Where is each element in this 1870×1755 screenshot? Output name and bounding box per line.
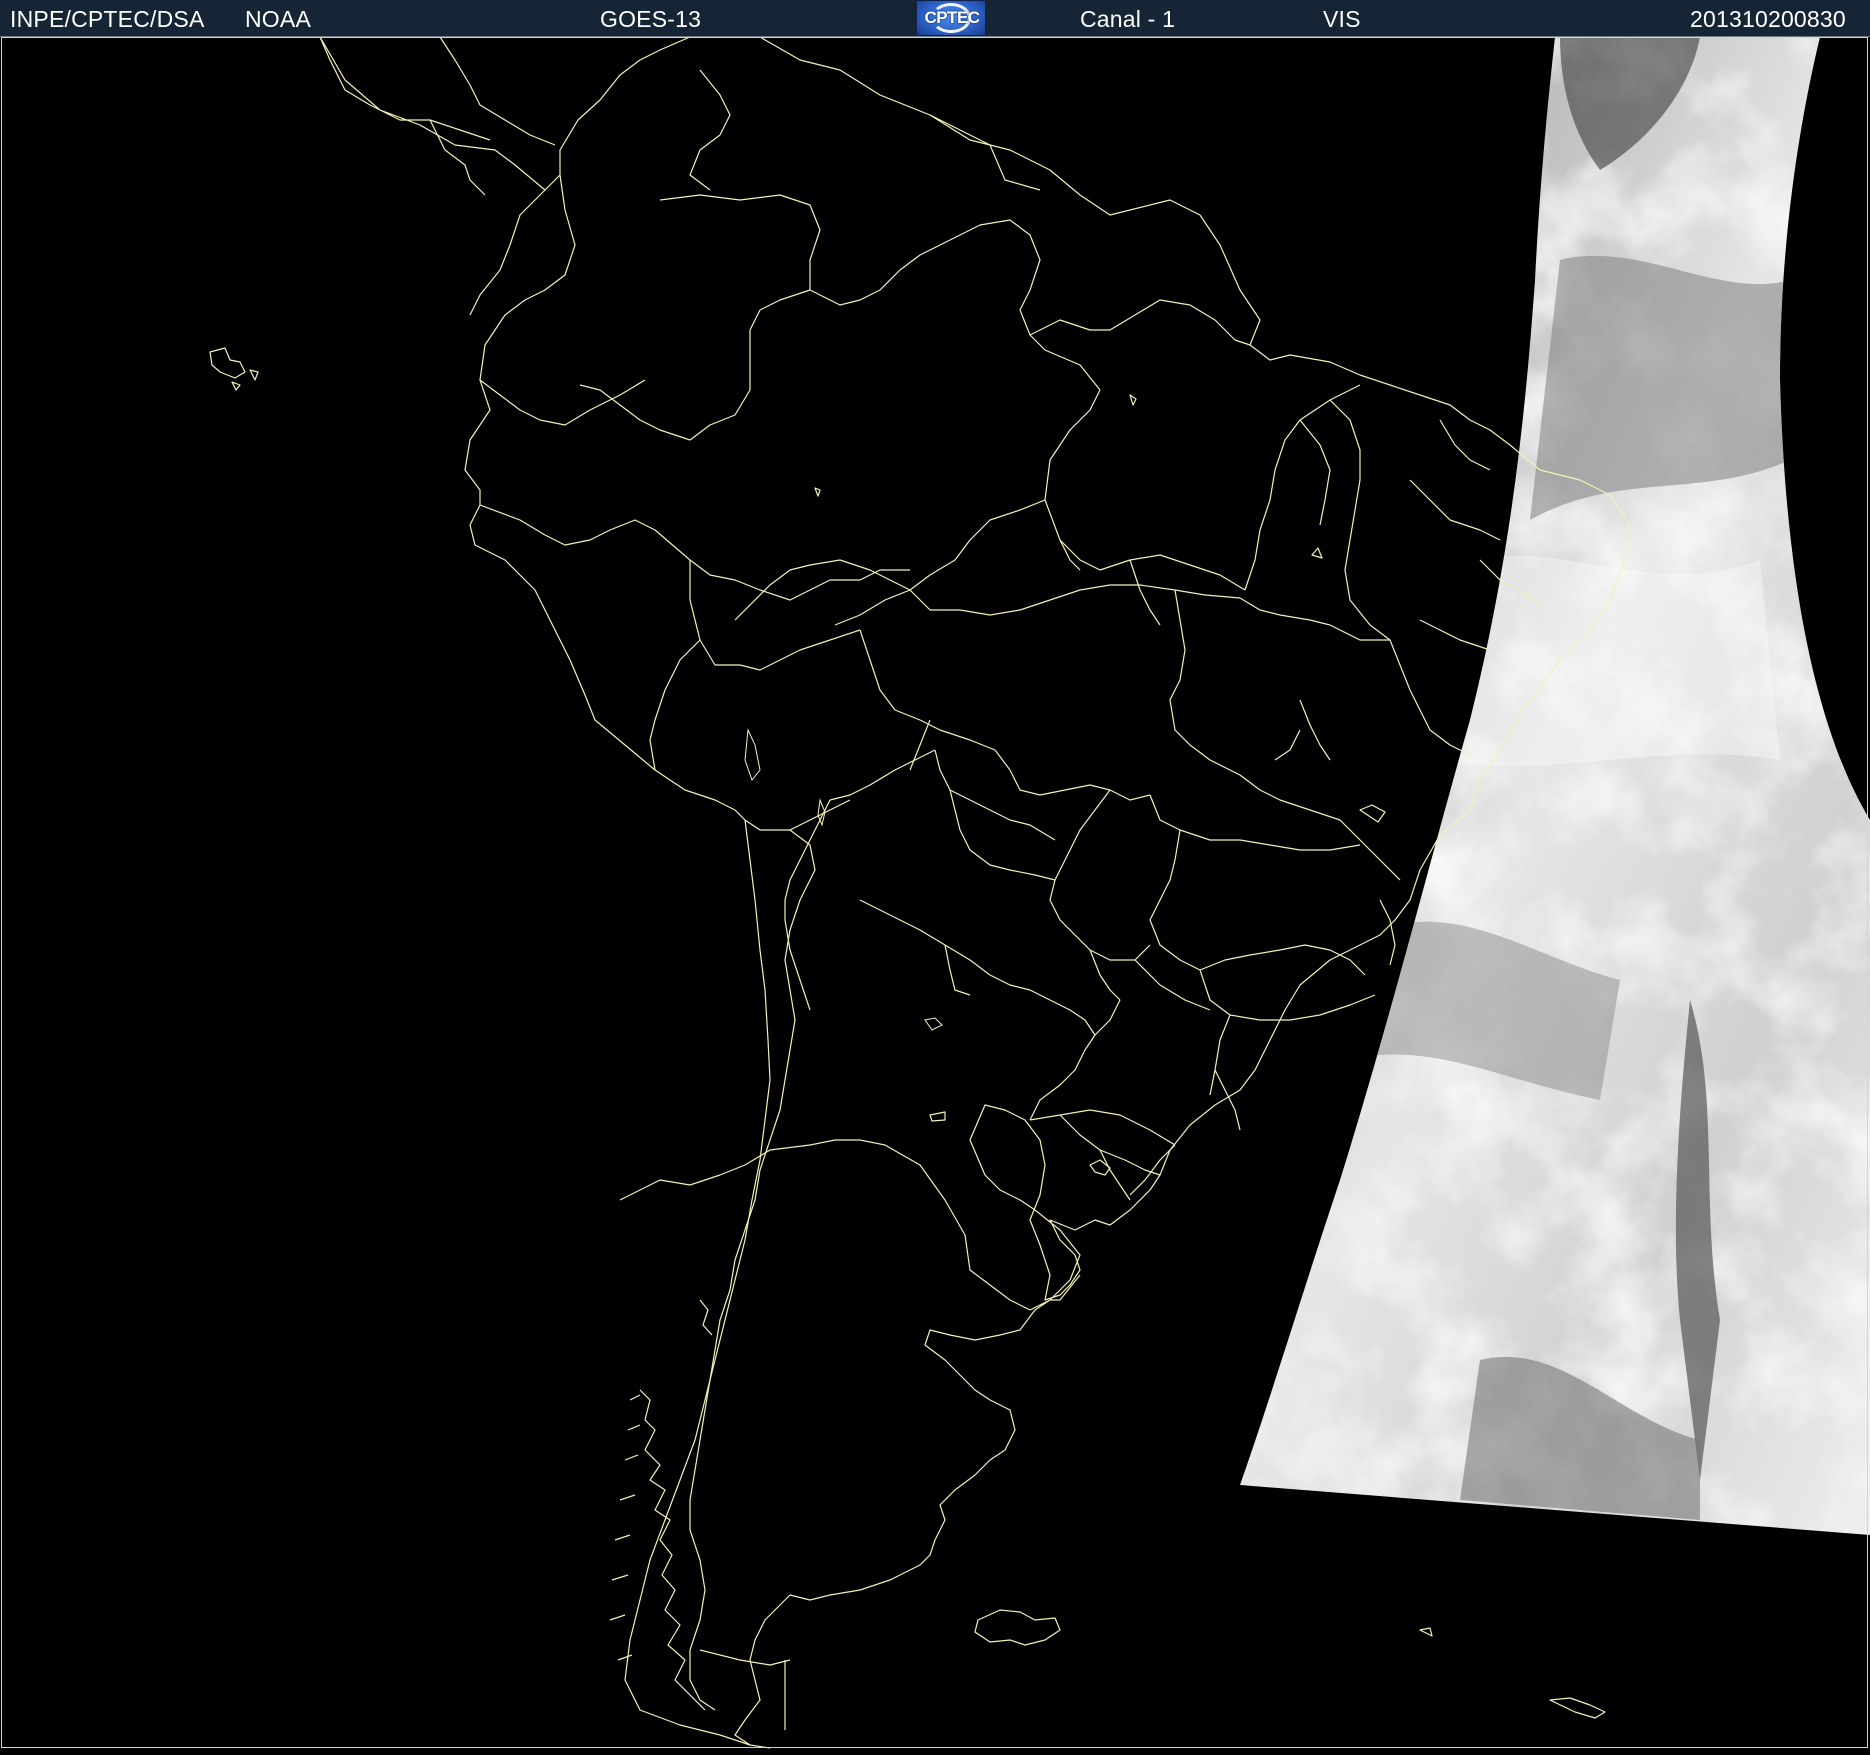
pacific-coastline [464, 174, 771, 1746]
datetime-label: 201310200830 [1690, 6, 1846, 32]
satellite-label: GOES-13 [600, 6, 702, 32]
galapagos-islands [209, 347, 259, 391]
header-bar: INPE/CPTEC/DSA NOAA GOES-13 CPTEC Canal … [0, 0, 1870, 37]
agency-label: INPE/CPTEC/DSA [10, 6, 205, 32]
cptec-logo-icon: CPTEC [916, 0, 986, 36]
lakes [744, 728, 943, 1031]
falkland-islands [974, 1609, 1061, 1646]
channel-label: Canal - 1 [1080, 6, 1176, 32]
band-label: VIS [1323, 6, 1361, 32]
satellite-map [0, 36, 1870, 1750]
lagoon-patos [1214, 1069, 1241, 1131]
logo-text: CPTEC [924, 8, 980, 27]
cloud-swath [1240, 37, 1870, 1535]
south-georgia [1549, 1697, 1606, 1719]
map-svg [209, 36, 1870, 1749]
andes-border [689, 819, 816, 1711]
source-label: NOAA [245, 6, 311, 32]
